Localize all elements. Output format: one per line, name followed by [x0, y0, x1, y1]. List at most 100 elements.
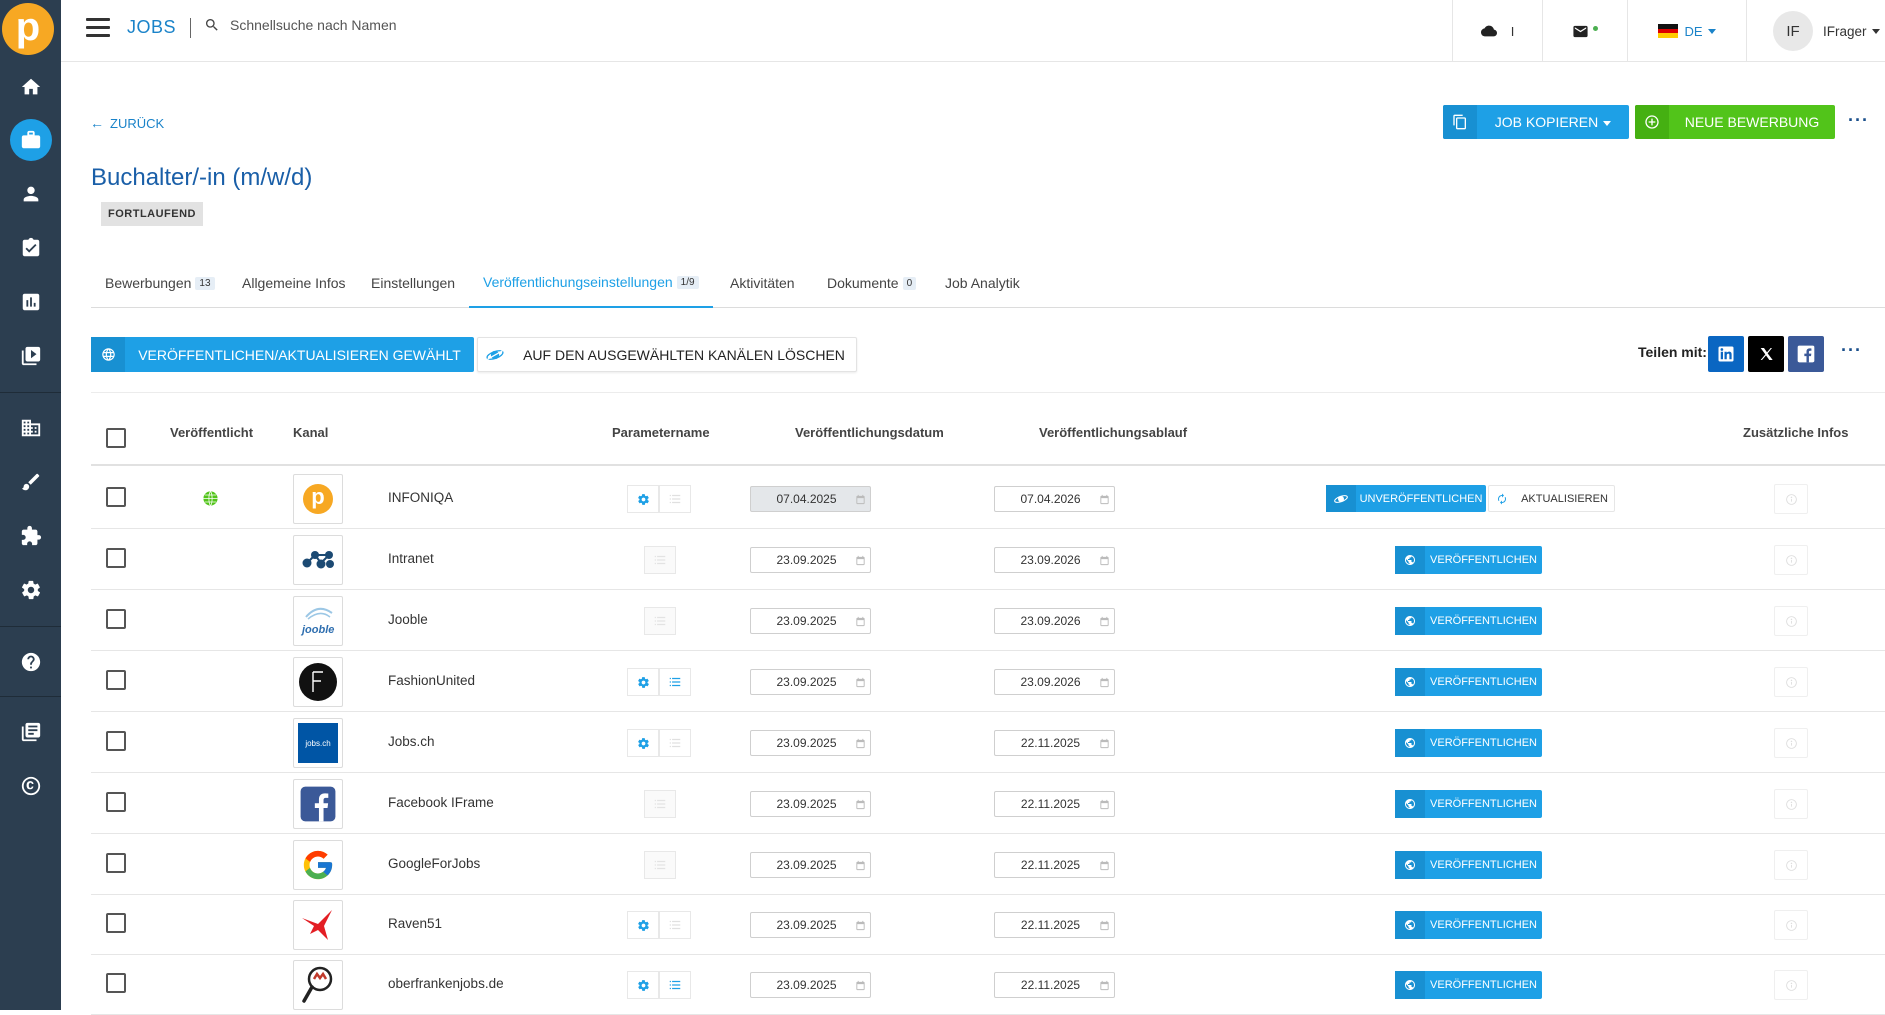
row-checkbox[interactable]: [106, 731, 126, 751]
facebook-share-button[interactable]: [1788, 336, 1824, 372]
linkedin-share-button[interactable]: [1708, 336, 1744, 372]
param-settings-button[interactable]: [627, 729, 659, 757]
publish-date-field[interactable]: 23.09.2025: [750, 730, 871, 756]
delete-selected-channels-button[interactable]: AUF DEN AUSGEWÄHLTEN KANÄLEN LÖSCHEN: [477, 337, 857, 372]
row-checkbox[interactable]: [106, 548, 126, 568]
param-list-button[interactable]: [644, 790, 676, 818]
header-pub-date[interactable]: Veröffentlichungsdatum: [795, 425, 944, 440]
header-expiry[interactable]: Veröffentlichungsablauf: [1039, 425, 1187, 440]
expiry-date-field[interactable]: 22.11.2025: [994, 791, 1115, 817]
param-list-button[interactable]: [659, 668, 691, 696]
row-checkbox[interactable]: [106, 973, 126, 993]
expiry-date-field[interactable]: 23.09.2026: [994, 547, 1115, 573]
publish-selected-button[interactable]: VERÖFFENTLICHEN/AKTUALISIEREN GEWÄHLT: [91, 337, 474, 372]
puzzle-icon[interactable]: [0, 516, 61, 556]
header-channel[interactable]: Kanal: [293, 425, 328, 440]
param-list-button[interactable]: [659, 485, 691, 513]
info-icon[interactable]: [1774, 910, 1808, 940]
tab-activities[interactable]: Aktivitäten: [716, 258, 809, 308]
info-icon[interactable]: [1774, 850, 1808, 880]
new-application-button[interactable]: NEUE BEWERBUNG: [1635, 105, 1835, 139]
publish-button[interactable]: VERÖFFENTLICHEN: [1395, 851, 1542, 879]
row-checkbox[interactable]: [106, 609, 126, 629]
help-icon[interactable]: [0, 642, 61, 682]
info-icon[interactable]: [1774, 667, 1808, 697]
tab-publishing-settings[interactable]: Veröffentlichungseinstellungen 1/9: [469, 258, 713, 308]
expiry-date-field[interactable]: 22.11.2025: [994, 972, 1115, 998]
expiry-date-field[interactable]: 07.04.2026: [994, 486, 1115, 512]
publish-button[interactable]: VERÖFFENTLICHEN: [1395, 911, 1542, 939]
row-checkbox[interactable]: [106, 792, 126, 812]
publish-button[interactable]: VERÖFFENTLICHEN: [1395, 546, 1542, 574]
param-settings-button[interactable]: [627, 971, 659, 999]
info-icon[interactable]: [1774, 970, 1808, 1000]
brush-icon[interactable]: [0, 462, 61, 502]
publish-date-field[interactable]: 23.09.2025: [750, 972, 871, 998]
header-extra-info[interactable]: Zusätzliche Infos: [1743, 425, 1848, 440]
select-all-checkbox[interactable]: [106, 428, 126, 448]
publish-date-field[interactable]: 23.09.2025: [750, 791, 871, 817]
unpublish-button[interactable]: UNVERÖFFENTLICHEN: [1326, 485, 1486, 512]
home-icon[interactable]: [0, 67, 61, 107]
param-settings-button[interactable]: [627, 485, 659, 513]
row-checkbox[interactable]: [106, 853, 126, 873]
building-icon[interactable]: [0, 408, 61, 448]
back-link[interactable]: ← ZURÜCK: [90, 115, 164, 131]
video-library-icon[interactable]: [0, 336, 61, 376]
chart-icon[interactable]: [0, 282, 61, 322]
tab-job-analytics[interactable]: Job Analytik: [931, 258, 1034, 308]
more-options-icon[interactable]: ···: [1841, 340, 1862, 361]
row-checkbox[interactable]: [106, 487, 126, 507]
publish-button[interactable]: VERÖFFENTLICHEN: [1395, 971, 1542, 999]
x-share-button[interactable]: [1748, 336, 1784, 372]
update-button[interactable]: AKTUALISIEREN: [1488, 485, 1615, 512]
tab-applications[interactable]: Bewerbungen 13: [91, 258, 229, 308]
tab-general-info[interactable]: Allgemeine Infos: [228, 258, 360, 308]
messages-button[interactable]: [1542, 0, 1627, 62]
header-param[interactable]: Parametername: [612, 425, 710, 440]
param-list-button[interactable]: [644, 851, 676, 879]
menu-icon[interactable]: [86, 18, 110, 38]
search-input[interactable]: [230, 17, 550, 33]
header-published[interactable]: Veröffentlicht: [170, 425, 253, 440]
info-icon[interactable]: [1774, 606, 1808, 636]
cloud-status[interactable]: I: [1452, 0, 1542, 62]
more-options-icon[interactable]: ···: [1848, 110, 1869, 131]
publish-button[interactable]: VERÖFFENTLICHEN: [1395, 607, 1542, 635]
gear-icon[interactable]: [0, 570, 61, 610]
expiry-date-field[interactable]: 23.09.2026: [994, 608, 1115, 634]
expiry-date-field[interactable]: 23.09.2026: [994, 669, 1115, 695]
expiry-date-field[interactable]: 22.11.2025: [994, 852, 1115, 878]
info-icon[interactable]: [1774, 789, 1808, 819]
info-icon[interactable]: [1774, 484, 1808, 514]
app-logo[interactable]: p: [2, 3, 54, 55]
param-list-button[interactable]: [659, 971, 691, 999]
publish-date-field[interactable]: 23.09.2025: [750, 608, 871, 634]
briefcase-icon[interactable]: [0, 119, 61, 161]
info-icon[interactable]: [1774, 545, 1808, 575]
expiry-date-field[interactable]: 22.11.2025: [994, 730, 1115, 756]
param-list-button[interactable]: [644, 607, 676, 635]
row-checkbox[interactable]: [106, 913, 126, 933]
row-checkbox[interactable]: [106, 670, 126, 690]
copy-job-button[interactable]: JOB KOPIEREN: [1443, 105, 1629, 139]
publish-date-field[interactable]: 23.09.2025: [750, 669, 871, 695]
publish-button[interactable]: VERÖFFENTLICHEN: [1395, 668, 1542, 696]
section-title[interactable]: JOBS: [127, 17, 176, 38]
task-check-icon[interactable]: [0, 228, 61, 268]
param-settings-button[interactable]: [627, 668, 659, 696]
param-list-button[interactable]: [659, 911, 691, 939]
info-icon[interactable]: [1774, 728, 1808, 758]
publish-date-field[interactable]: 23.09.2025: [750, 547, 871, 573]
publish-date-field[interactable]: 23.09.2025: [750, 852, 871, 878]
expiry-date-field[interactable]: 22.11.2025: [994, 912, 1115, 938]
publish-date-field[interactable]: 23.09.2025: [750, 912, 871, 938]
param-list-button[interactable]: [644, 546, 676, 574]
param-settings-button[interactable]: [627, 911, 659, 939]
language-select[interactable]: DE: [1627, 0, 1746, 62]
param-list-button[interactable]: [659, 729, 691, 757]
tab-settings[interactable]: Einstellungen: [357, 258, 469, 308]
tab-documents[interactable]: Dokumente 0: [813, 258, 930, 308]
person-icon[interactable]: [0, 174, 61, 214]
publish-button[interactable]: VERÖFFENTLICHEN: [1395, 729, 1542, 757]
